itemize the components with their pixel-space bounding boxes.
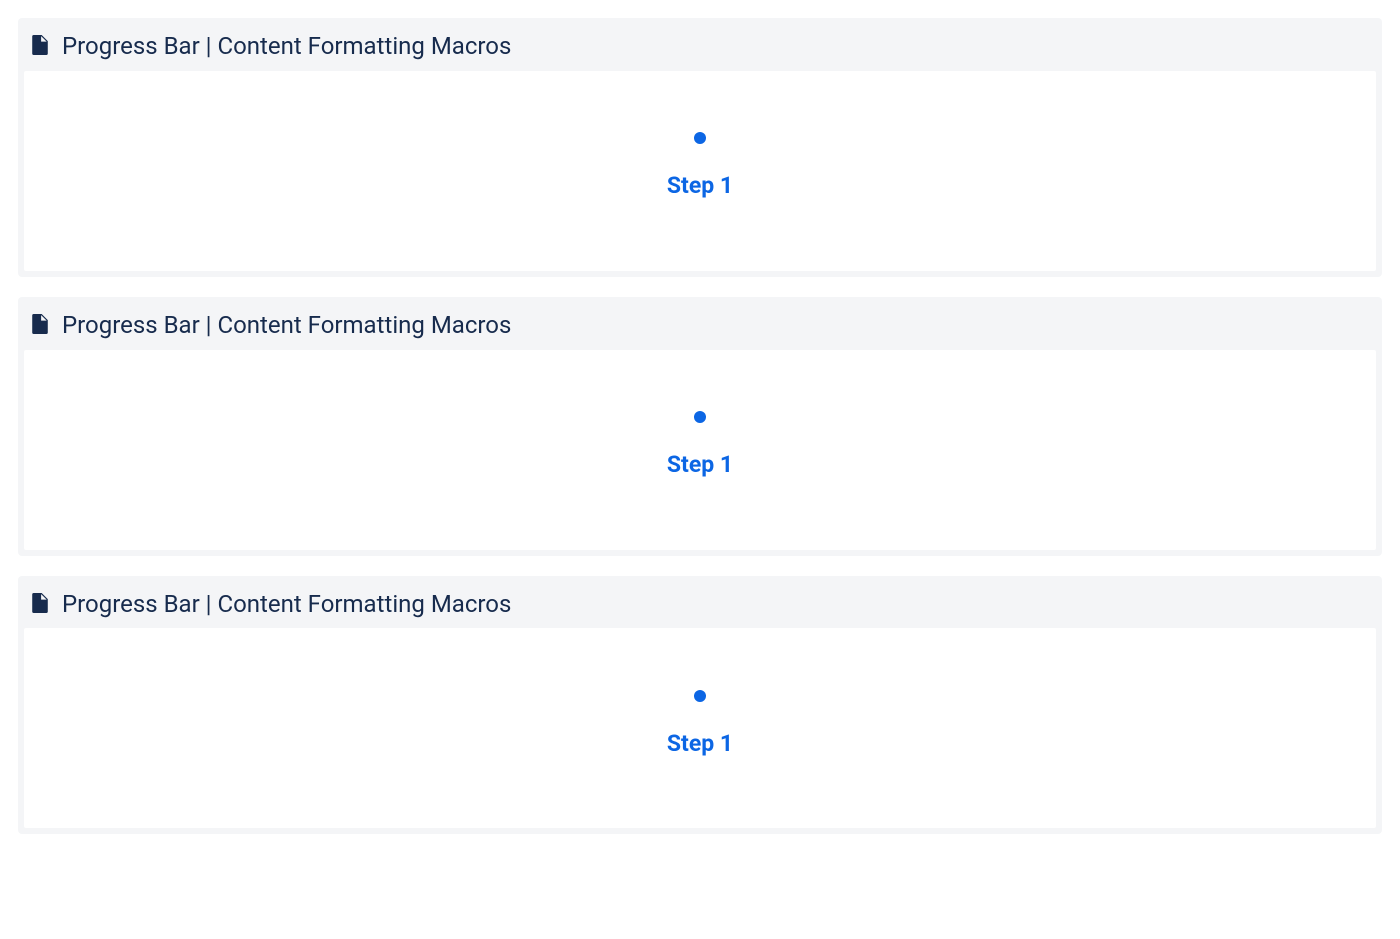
progress-step-dot[interactable]: [694, 411, 706, 423]
progress-step-label[interactable]: Step 1: [667, 451, 733, 478]
progress-bar-macro-panel[interactable]: Progress Bar | Content Formatting Macros…: [18, 18, 1382, 277]
macro-body: Step 1: [24, 350, 1376, 550]
document-icon: [32, 593, 50, 615]
progress-bar-macro-panel[interactable]: Progress Bar | Content Formatting Macros…: [18, 297, 1382, 556]
macro-title: Progress Bar | Content Formatting Macros: [62, 311, 511, 340]
macro-header: Progress Bar | Content Formatting Macros: [24, 24, 1376, 71]
progress-step-dot[interactable]: [694, 132, 706, 144]
progress-step-dot[interactable]: [694, 690, 706, 702]
macro-title: Progress Bar | Content Formatting Macros: [62, 32, 511, 61]
macro-body: Step 1: [24, 628, 1376, 828]
macro-header: Progress Bar | Content Formatting Macros: [24, 303, 1376, 350]
macro-body: Step 1: [24, 71, 1376, 271]
macro-title: Progress Bar | Content Formatting Macros: [62, 590, 511, 619]
progress-step-label[interactable]: Step 1: [667, 172, 733, 199]
macro-header: Progress Bar | Content Formatting Macros: [24, 582, 1376, 629]
document-icon: [32, 35, 50, 57]
progress-bar-macro-panel[interactable]: Progress Bar | Content Formatting Macros…: [18, 576, 1382, 835]
document-icon: [32, 314, 50, 336]
progress-step-label[interactable]: Step 1: [667, 730, 733, 757]
